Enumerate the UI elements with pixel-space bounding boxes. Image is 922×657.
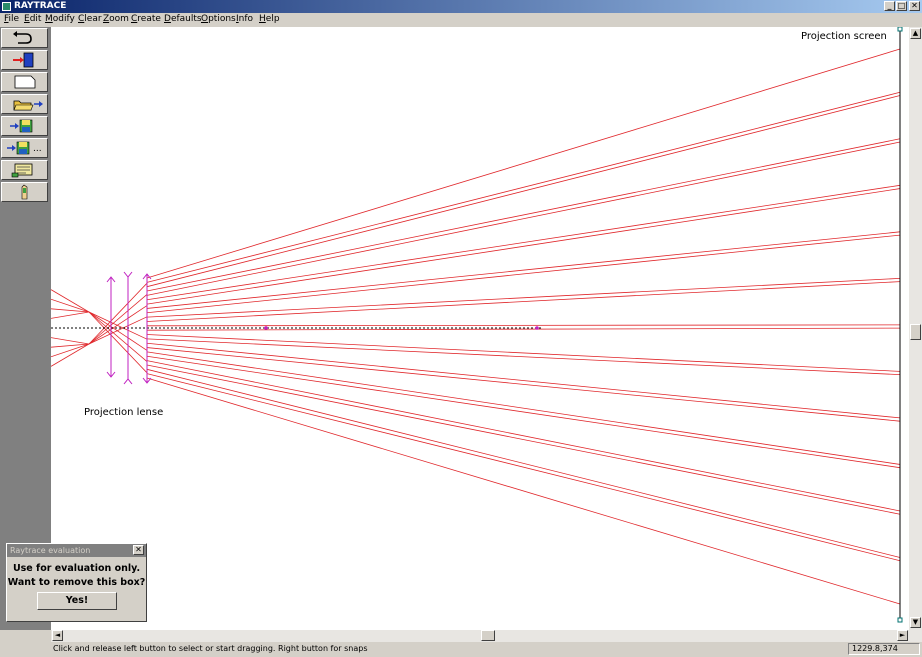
maximize-button[interactable]: □ xyxy=(896,1,907,11)
print-scroll-icon xyxy=(11,163,33,178)
pointer-button[interactable] xyxy=(1,182,48,202)
screen-label: Projection screen xyxy=(801,31,887,42)
open-folder-icon xyxy=(13,100,43,111)
dialog-title-text: Raytrace evaluation xyxy=(10,546,91,555)
print-button[interactable] xyxy=(1,160,48,180)
save-disk-icon xyxy=(10,119,33,133)
scroll-up-button[interactable]: ▲ xyxy=(910,28,921,39)
ray-segment xyxy=(51,337,90,345)
ray xyxy=(146,234,901,314)
ray xyxy=(146,347,901,422)
undo-button[interactable] xyxy=(1,28,48,48)
optics-diagram[interactable] xyxy=(51,27,909,630)
horizontal-scrollbar[interactable]: ◄ ► xyxy=(51,630,922,642)
menu-options[interactable]: Options xyxy=(201,14,236,24)
focal-point-marker[interactable] xyxy=(264,326,268,330)
ray xyxy=(146,277,901,318)
cursor-coordinates: 1229.8,374 xyxy=(848,643,920,655)
pointer-hand-icon xyxy=(21,184,28,200)
menu-info[interactable]: Info xyxy=(236,14,253,24)
scroll-left-button[interactable]: ◄ xyxy=(52,630,63,641)
ray xyxy=(146,95,901,288)
screen-handle-top[interactable] xyxy=(897,27,903,32)
save-as-button[interactable]: ... xyxy=(1,138,48,158)
exit-door-icon xyxy=(13,52,34,68)
ray xyxy=(146,324,901,327)
menu-bar: File Edit Modify Clear Zoom Create Defau… xyxy=(0,13,922,27)
ray xyxy=(146,334,901,372)
status-message: Click and release left button to select … xyxy=(53,644,368,653)
title-bar: RAYTRACE _ □ ✕ xyxy=(0,0,922,13)
focal-point-marker[interactable] xyxy=(535,326,539,330)
window-title: RAYTRACE xyxy=(14,1,67,11)
ray xyxy=(146,351,901,465)
dialog-message-line-1: Use for evaluation only. xyxy=(12,563,141,574)
ray xyxy=(146,138,901,292)
scroll-down-button[interactable]: ▼ xyxy=(910,617,921,628)
menu-file[interactable]: File xyxy=(4,14,19,24)
menu-zoom[interactable]: Zoom xyxy=(103,14,129,24)
tool-panel: ... xyxy=(0,27,51,630)
new-file-button[interactable] xyxy=(1,72,48,92)
ray xyxy=(146,91,901,283)
menu-clear[interactable]: Clear xyxy=(78,14,102,24)
dialog-close-button[interactable]: ✕ xyxy=(133,545,144,555)
minimize-button[interactable]: _ xyxy=(884,1,895,11)
ray-segment xyxy=(88,311,148,351)
menu-modify[interactable]: Modify xyxy=(45,14,75,24)
status-bar: Click and release left button to select … xyxy=(0,642,922,657)
dialog-message-line-2: Want to remove this box? xyxy=(7,577,146,588)
ray-segment xyxy=(88,305,148,345)
lens-label: Projection lense xyxy=(84,407,164,418)
exit-button[interactable] xyxy=(1,50,48,70)
app-icon xyxy=(2,2,11,11)
undo-icon xyxy=(13,31,32,44)
menu-create[interactable]: Create xyxy=(131,14,161,24)
save-as-disk-icon xyxy=(7,141,30,155)
new-file-icon xyxy=(14,75,36,89)
ray xyxy=(146,368,901,558)
raytrace-canvas[interactable]: Projection screen Projection lense xyxy=(51,27,909,630)
menu-help[interactable]: Help xyxy=(259,14,280,24)
ray xyxy=(146,338,901,376)
ray-segment xyxy=(51,311,90,319)
scroll-right-button[interactable]: ► xyxy=(897,630,908,641)
vertical-scroll-thumb[interactable] xyxy=(910,324,921,340)
ray xyxy=(146,141,901,296)
dialog-title: Raytrace evaluation xyxy=(7,544,146,557)
evaluation-dialog: Raytrace evaluation ✕ Use for evaluation… xyxy=(6,543,147,622)
ray xyxy=(146,342,901,419)
ray xyxy=(146,364,901,515)
menu-edit[interactable]: Edit xyxy=(24,14,41,24)
save-button[interactable] xyxy=(1,116,48,136)
close-button[interactable]: ✕ xyxy=(909,1,920,11)
ray xyxy=(146,184,901,301)
vertical-scrollbar[interactable]: ▲ ▼ xyxy=(909,27,922,630)
screen-handle-bottom[interactable] xyxy=(897,617,903,623)
ray xyxy=(146,373,901,562)
open-button[interactable] xyxy=(1,94,48,114)
horizontal-scroll-thumb[interactable] xyxy=(481,630,495,641)
save-as-ellipsis: ... xyxy=(33,144,42,154)
menu-defaults[interactable]: Defaults xyxy=(164,14,202,24)
ray xyxy=(146,281,901,322)
yes-button[interactable]: Yes! xyxy=(37,592,117,610)
ray xyxy=(146,360,901,512)
ray xyxy=(146,188,901,305)
